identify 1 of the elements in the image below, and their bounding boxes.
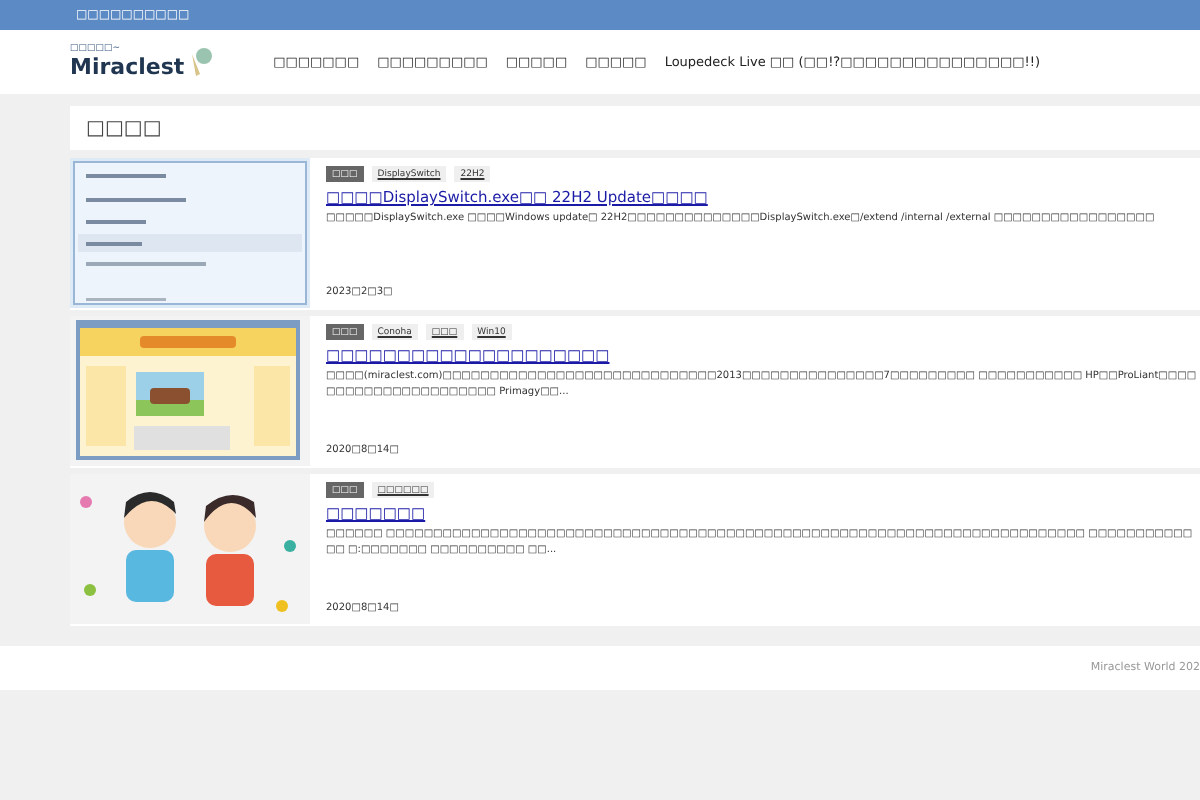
- section-title: □□□□: [86, 117, 162, 139]
